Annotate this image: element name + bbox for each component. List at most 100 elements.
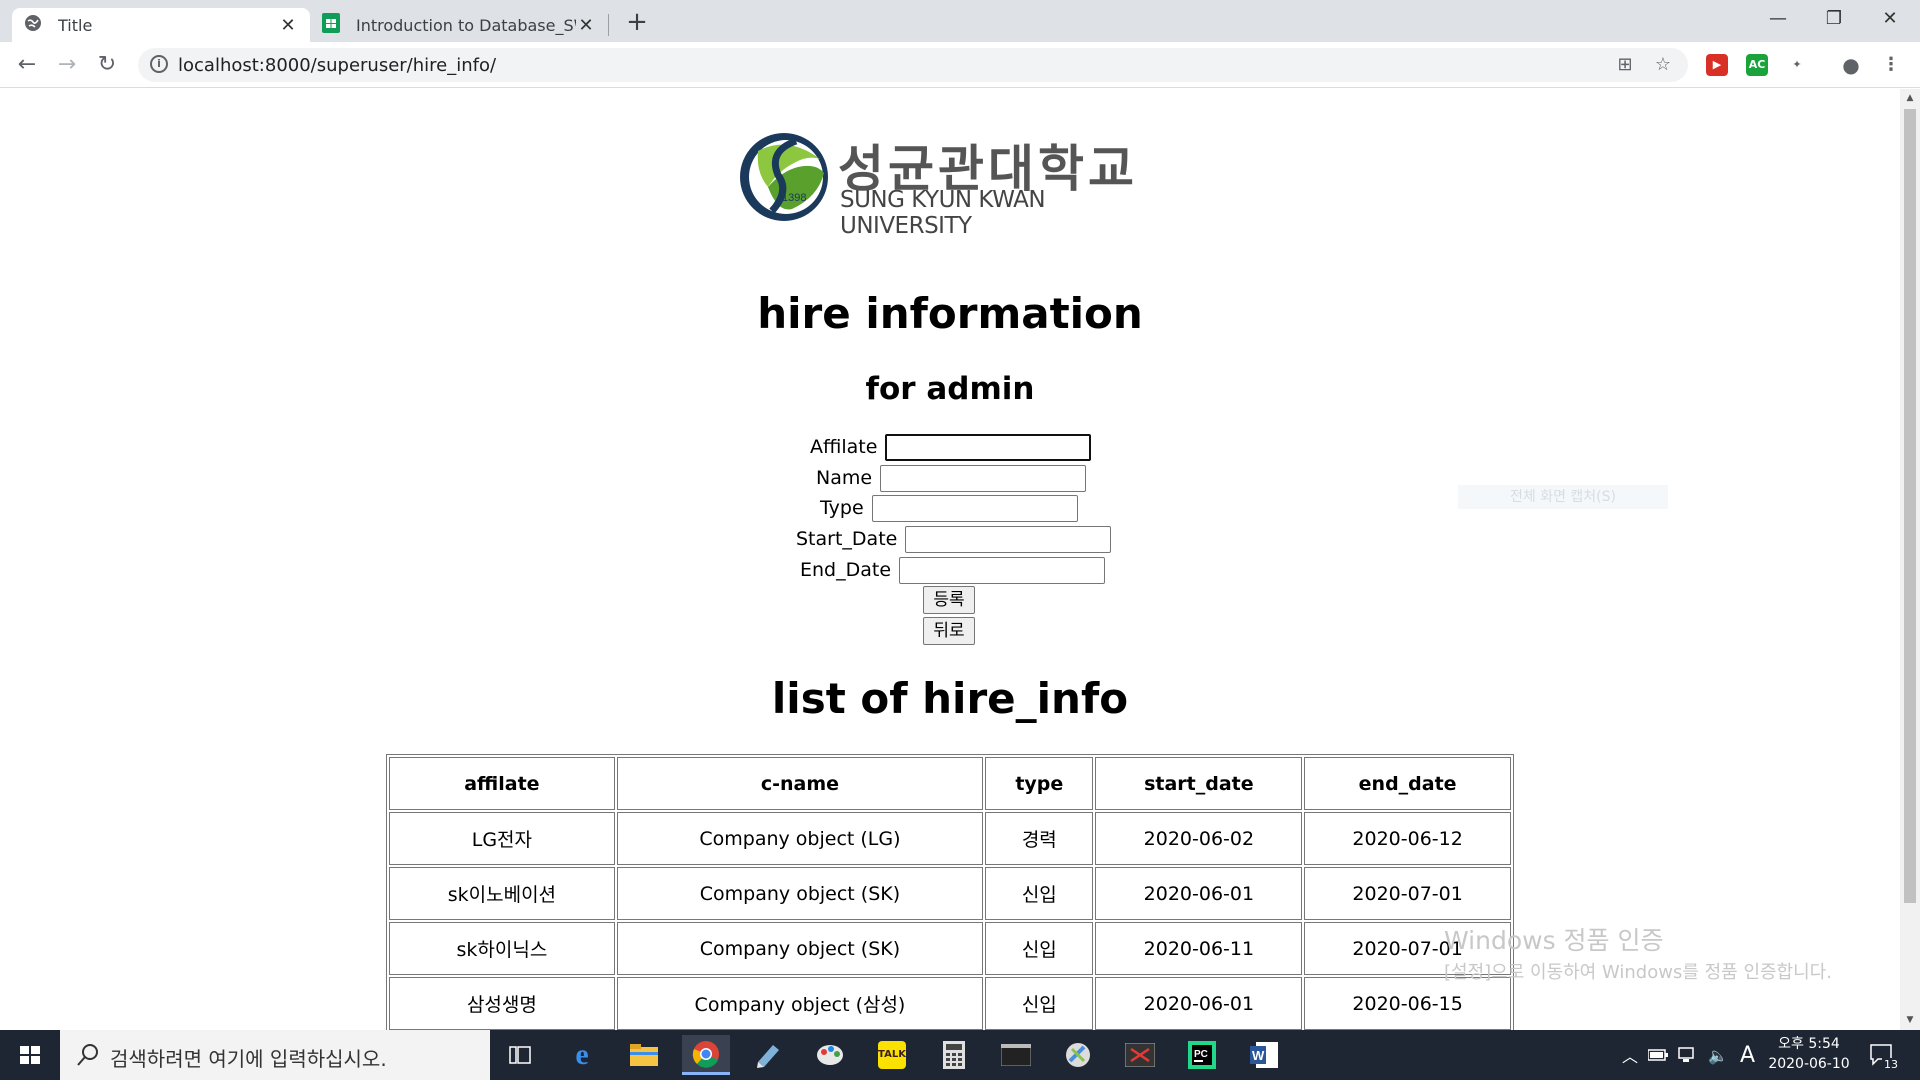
table-row: sk하이닉스 Company object (SK) 신입 2020-06-11… — [389, 922, 1511, 975]
cell-start-date: 2020-06-01 — [1095, 977, 1303, 1030]
start-date-label: Start_Date — [796, 528, 898, 550]
back-button[interactable]: 뒤로 — [923, 617, 975, 645]
edge-browser-icon[interactable]: e — [558, 1035, 606, 1075]
end-date-row: End_Date — [800, 556, 1106, 584]
cell-type: 신입 — [985, 977, 1094, 1030]
tray-chevron-icon[interactable]: ︿ — [1622, 1030, 1638, 1080]
cell-start-date: 2020-06-01 — [1095, 867, 1303, 920]
hire-info-table: affilate c-name type start_date end_date… — [386, 754, 1514, 1030]
svg-text:W: W — [1252, 1048, 1265, 1063]
new-tab-button[interactable]: + — [622, 8, 652, 38]
scroll-down-icon[interactable]: ▼ — [1904, 1015, 1916, 1025]
university-logo: 1398 성균관대학교 SUNG KYUN KWAN UNIVERSITY — [738, 125, 1158, 239]
page-title: hire information — [757, 289, 1143, 338]
capture-tooltip: 전체 화면 캡처(S) — [1458, 485, 1668, 509]
address-bar[interactable]: i localhost:8000/superuser/hire_info/ ⊞ … — [138, 48, 1688, 82]
type-row: Type — [820, 494, 1078, 522]
table-row: 삼성생명 Company object (삼성) 신입 2020-06-01 2… — [389, 977, 1511, 1030]
name-label: Name — [816, 467, 873, 489]
header-end-date: end_date — [1304, 757, 1511, 810]
kakaotalk-icon[interactable]: TALK — [868, 1035, 916, 1075]
affilate-input[interactable] — [885, 433, 1092, 461]
start-button[interactable] — [0, 1030, 60, 1080]
svg-text:PC: PC — [1194, 1049, 1208, 1060]
restore-button[interactable]: ❐ — [1806, 0, 1862, 40]
browser-toolbar: ← → ↻ i localhost:8000/superuser/hire_in… — [0, 42, 1920, 88]
header-type: type — [985, 757, 1094, 810]
notification-count: 13 — [1882, 1058, 1900, 1071]
translate-icon[interactable]: ⊞ — [1614, 54, 1636, 76]
cell-type: 신입 — [985, 867, 1094, 920]
paint-icon[interactable] — [806, 1035, 854, 1075]
name-row: Name — [816, 464, 1087, 492]
close-tab-icon[interactable]: ✕ — [576, 15, 596, 36]
end-date-input[interactable] — [899, 556, 1106, 584]
word-icon[interactable]: W — [1240, 1035, 1288, 1075]
terminal-icon[interactable] — [992, 1035, 1040, 1075]
chrome-icon[interactable] — [682, 1035, 730, 1075]
extension-green-icon[interactable]: AC — [1746, 54, 1768, 76]
network-icon[interactable] — [1678, 1030, 1698, 1080]
table-row: LG전자 Company object (LG) 경력 2020-06-02 2… — [389, 812, 1511, 865]
snipping-tool-icon[interactable] — [1116, 1035, 1164, 1075]
page-content: 1398 성균관대학교 SUNG KYUN KWAN UNIVERSITY hi… — [0, 89, 1900, 1030]
affilate-label: Affilate — [810, 436, 878, 458]
menu-kebab-icon[interactable]: ⋮ — [1880, 54, 1902, 76]
info-icon[interactable]: i — [150, 55, 168, 73]
scroll-up-icon[interactable]: ▲ — [1904, 93, 1916, 103]
cell-end-date: 2020-06-12 — [1304, 812, 1511, 865]
window-close-button[interactable]: ✕ — [1862, 0, 1918, 40]
cell-affilate: sk하이닉스 — [389, 922, 615, 975]
start-date-input[interactable] — [905, 525, 1112, 553]
tool-app-icon[interactable] — [1054, 1035, 1102, 1075]
tab-database[interactable]: Introduction to Database_SWE3 ✕ — [310, 8, 608, 42]
notepad-icon[interactable] — [744, 1035, 792, 1075]
taskbar-clock[interactable]: 오후 5:54 2020-06-10 — [1764, 1034, 1854, 1074]
pycharm-icon[interactable]: PC — [1178, 1035, 1226, 1075]
skku-emblem-icon: 1398 — [740, 133, 828, 221]
url-text[interactable]: localhost:8000/superuser/hire_info/ — [178, 55, 496, 76]
taskbar-search-box[interactable]: 검색하려면 여기에 입력하십시오. — [60, 1030, 490, 1080]
cell-affilate: LG전자 — [389, 812, 615, 865]
volume-icon[interactable]: 🔈 — [1708, 1030, 1728, 1080]
search-icon — [76, 1042, 100, 1072]
sheets-icon — [322, 13, 344, 37]
extension-puzzle-icon[interactable]: ✦ — [1786, 54, 1808, 76]
task-view-icon[interactable] — [496, 1035, 544, 1075]
battery-icon[interactable] — [1648, 1030, 1668, 1080]
cell-c-name: Company object (LG) — [616, 812, 984, 865]
bookmark-star-icon[interactable]: ☆ — [1652, 54, 1674, 76]
page-scrollbar[interactable]: ▲ ▼ — [1900, 89, 1920, 1030]
forward-arrow-icon[interactable]: → — [52, 50, 82, 80]
type-input[interactable] — [871, 494, 1078, 522]
ime-indicator[interactable]: A — [1740, 1030, 1755, 1080]
end-date-label: End_Date — [800, 559, 892, 581]
clock-time: 오후 5:54 — [1778, 1036, 1840, 1052]
start-date-row: Start_Date — [796, 525, 1112, 553]
submit-button[interactable]: 등록 — [923, 586, 975, 614]
globe-icon — [24, 14, 46, 36]
header-start-date: start_date — [1095, 757, 1303, 810]
windows-logo-icon — [20, 1046, 40, 1064]
file-explorer-icon[interactable] — [620, 1035, 668, 1075]
cell-type: 신입 — [985, 922, 1094, 975]
list-title: list of hire_info — [771, 674, 1129, 723]
profile-avatar-icon[interactable]: ● — [1840, 54, 1862, 76]
tab-strip: Title ✕ Introduction to Database_SWE3 ✕ … — [0, 0, 1920, 42]
notification-center-icon[interactable]: 13 — [1870, 1030, 1900, 1080]
logo-english-text: SUNG KYUN KWAN UNIVERSITY — [840, 187, 1046, 239]
name-input[interactable] — [880, 464, 1087, 492]
cell-c-name: Company object (삼성) — [616, 977, 984, 1030]
calculator-icon[interactable] — [930, 1035, 978, 1075]
minimize-button[interactable]: — — [1750, 0, 1806, 40]
close-tab-icon[interactable]: ✕ — [278, 15, 298, 36]
reload-icon[interactable]: ↻ — [92, 50, 122, 80]
cell-end-date: 2020-06-15 — [1304, 977, 1511, 1030]
extension-red-icon[interactable]: ▶ — [1706, 54, 1728, 76]
scrollbar-thumb[interactable] — [1904, 109, 1916, 903]
back-arrow-icon[interactable]: ← — [12, 50, 42, 80]
cell-c-name: Company object (SK) — [616, 867, 984, 920]
tab-title[interactable]: Title ✕ — [12, 8, 310, 42]
tab-separator — [608, 14, 609, 36]
cell-start-date: 2020-06-11 — [1095, 922, 1303, 975]
